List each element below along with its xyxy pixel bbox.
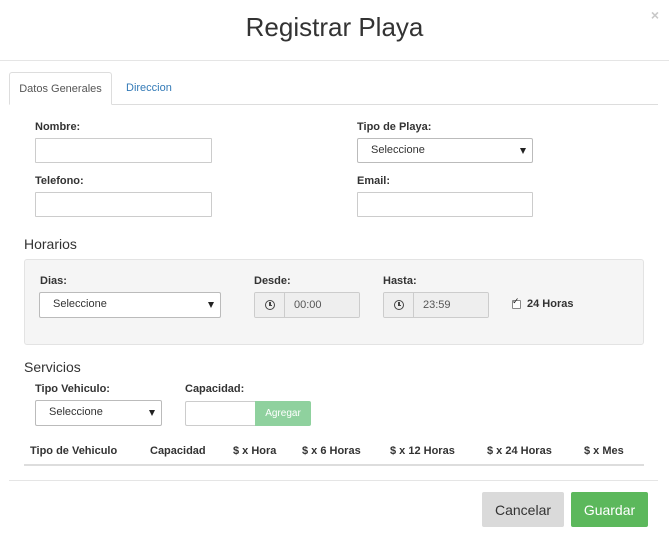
dias-value: Seleccione [53,298,107,310]
tipo-vehiculo-select[interactable]: Seleccione [35,400,162,426]
email-label: Email: [357,175,391,187]
desde-label: Desde: [254,275,291,287]
desde-value: 00:00 [286,293,359,317]
nombre-input[interactable] [35,138,212,163]
desde-time-input[interactable]: 00:00 [254,292,360,318]
capacidad-label: Capacidad: [185,383,245,395]
table-header-capacidad: Capacidad [150,445,206,457]
hasta-time-input[interactable]: 23:59 [383,292,489,318]
tipo-vehiculo-label: Tipo Vehiculo: [35,383,110,395]
dias-label: Dias: [40,275,67,287]
horarios-title: Horarios [24,236,77,252]
24-horas-checkbox[interactable] [512,297,521,309]
header-divider [0,60,669,61]
hasta-label: Hasta: [383,275,417,287]
table-header-tipo-vehiculo: Tipo de Vehiculo [30,445,118,457]
table-header-x-hora: $ x Hora [233,445,277,457]
save-button[interactable]: Guardar [571,492,648,527]
hasta-value: 23:59 [415,293,488,317]
nombre-label: Nombre: [35,121,81,133]
email-input[interactable] [357,192,533,217]
capacidad-input[interactable] [185,401,256,426]
telefono-input[interactable] [35,192,212,217]
hasta-addon [384,293,414,317]
tipo-playa-value: Seleccione [371,144,425,156]
table-header-x-6-horas: $ x 6 Horas [302,445,361,457]
tipo-vehiculo-value: Seleccione [49,406,103,418]
table-header-x-mes: $ x Mes [584,445,624,457]
table-header-divider [24,464,644,466]
clock-icon [394,300,404,310]
caret-down-icon [208,302,214,308]
telefono-label: Telefono: [35,175,84,187]
tipo-playa-label: Tipo de Playa: [357,121,432,133]
24-horas-label: 24 Horas [527,298,574,310]
clock-icon [265,300,275,310]
agregar-button[interactable]: Agregar [255,401,311,426]
tab-datos-generales[interactable]: Datos Generales [9,72,112,105]
caret-down-icon [520,148,526,154]
table-header-x-12-horas: $ x 12 Horas [390,445,455,457]
tipo-playa-select[interactable]: Seleccione [357,138,533,163]
cancel-button[interactable]: Cancelar [482,492,564,527]
footer-divider [9,480,658,481]
tab-direccion[interactable]: Direccion [115,72,183,105]
servicios-title: Servicios [24,359,81,375]
tab-bar: Datos Generales Direccion [9,72,658,105]
modal-title: Registrar Playa [245,12,424,42]
table-header-x-24-horas: $ x 24 Horas [487,445,552,457]
caret-down-icon [149,410,155,416]
dias-select[interactable]: Seleccione [39,292,221,318]
desde-addon [255,293,285,317]
close-icon[interactable]: × [647,6,663,24]
